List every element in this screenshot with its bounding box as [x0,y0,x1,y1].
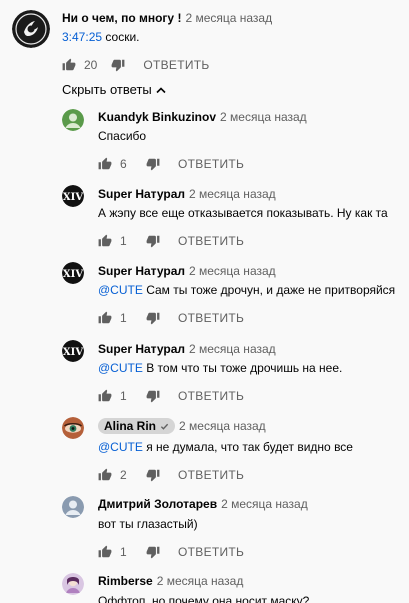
thumbs-up-icon[interactable] [98,157,112,171]
thumbs-up-icon[interactable] [98,234,112,248]
comment-time[interactable]: 2 месяца назад [221,497,308,511]
reply-text: Спасибо [98,129,147,143]
hide-replies-label: Скрыть ответы [62,82,152,97]
reply-actions: 1 ОТВЕТИТЬ [98,388,244,404]
thumbs-down-icon[interactable] [146,468,160,482]
comment-time[interactable]: 2 месяца назад [185,11,272,25]
mention-link[interactable]: @CUTE [98,440,143,454]
chevron-up-icon [156,86,166,93]
avatar[interactable] [62,262,84,284]
reply-text: @CUTE Сам ты тоже дрочун, и даже не прит… [98,282,395,298]
comment-thread: Ни о чем, по многу ! 2 месяца назад 3:47:… [0,0,409,603]
thumbs-down-icon[interactable] [146,311,160,325]
comment-header: Ни о чем, по многу ! 2 месяца назад [62,11,272,25]
reply-header: Alina Rin 2 месяца назад [98,418,266,434]
reply-text: А жэпу все еще отказывается показывать. … [98,206,388,220]
author-name: Alina Rin [104,419,157,433]
thumbs-up-icon[interactable] [98,468,112,482]
avatar[interactable] [62,496,84,518]
reply-button[interactable]: ОТВЕТИТЬ [178,545,244,559]
avatar[interactable] [62,340,84,362]
thumbs-down-icon[interactable] [146,389,160,403]
like-count: 6 [120,157,127,171]
thumbs-up-icon[interactable] [98,545,112,559]
mention-link[interactable]: @CUTE [98,361,143,375]
comment-body: соски. [105,30,140,44]
reply-button[interactable]: ОТВЕТИТЬ [178,389,244,403]
reply-header: Дмитрий Золотарев 2 месяца назад [98,497,308,511]
comment-time[interactable]: 2 месяца назад [220,110,307,124]
reply-text: Оффтоп, но почему она носит маску? [98,594,310,603]
like-count: 1 [120,234,127,248]
reply-button[interactable]: ОТВЕТИТЬ [178,157,244,171]
like-count: 2 [120,468,127,482]
reply-body: Сам ты тоже дрочун, и даже не притворяйс… [142,283,396,297]
avatar[interactable] [62,109,84,131]
reply-actions: 1 ОТВЕТИТЬ [98,544,244,560]
reply-text: @CUTE В том что ты тоже дрочишь на нее. [98,360,342,376]
comment-time[interactable]: 2 месяца назад [189,187,276,201]
author-name[interactable]: Kuandyk Binkuzinov [98,110,216,124]
thumbs-up-icon[interactable] [62,58,76,72]
reply-actions: 1 ОТВЕТИТЬ [98,310,244,326]
reply-actions: 6 ОТВЕТИТЬ [98,156,244,172]
thumbs-down-icon[interactable] [146,157,160,171]
reply-body: я не думала, что так будет видно все [142,440,353,454]
checkmark-icon [160,423,169,430]
avatar[interactable] [62,417,84,439]
comment-time[interactable]: 2 месяца назад [189,342,276,356]
like-count: 1 [120,389,127,403]
avatar[interactable] [62,185,84,207]
author-name[interactable]: Super Натурал [98,264,185,278]
thumbs-up-icon[interactable] [98,389,112,403]
author-name[interactable]: Super Натурал [98,187,185,201]
avatar[interactable] [12,10,50,48]
reply-button[interactable]: ОТВЕТИТЬ [143,58,209,72]
timestamp-link[interactable]: 3:47:25 [62,30,102,44]
comment-time[interactable]: 2 месяца назад [189,264,276,278]
comment-text: 3:47:25 соски. [62,29,140,45]
thumbs-down-icon[interactable] [146,234,160,248]
reply-text: @CUTE я не думала, что так будет видно в… [98,439,353,455]
reply-actions: 2 ОТВЕТИТЬ [98,467,244,483]
thumbs-down-icon[interactable] [146,545,160,559]
comment-time[interactable]: 2 месяца назад [157,574,244,588]
author-name[interactable]: Дмитрий Золотарев [98,497,217,511]
reply-header: Super Натурал 2 месяца назад [98,187,276,201]
reply-actions: 1 ОТВЕТИТЬ [98,233,244,249]
thumbs-up-icon[interactable] [98,311,112,325]
like-count: 1 [120,545,127,559]
author-name[interactable]: Rimberse [98,574,153,588]
like-count: 1 [120,311,127,325]
thumbs-down-icon[interactable] [111,58,125,72]
reply-button[interactable]: ОТВЕТИТЬ [178,468,244,482]
reply-header: Super Натурал 2 месяца назад [98,342,276,356]
like-count: 20 [84,58,98,72]
reply-header: Rimberse 2 месяца назад [98,574,243,588]
hide-replies-button[interactable]: Скрыть ответы [62,82,166,97]
author-badge[interactable]: Alina Rin [98,418,176,434]
reply-button[interactable]: ОТВЕТИТЬ [178,311,244,325]
author-name[interactable]: Ни о чем, по многу ! [62,11,181,25]
comment-time[interactable]: 2 месяца назад [179,419,266,433]
reply-button[interactable]: ОТВЕТИТЬ [178,234,244,248]
reply-body: В том что ты тоже дрочишь на нее. [142,361,343,375]
mention-link[interactable]: @CUTE [98,283,143,297]
reply-header: Kuandyk Binkuzinov 2 месяца назад [98,110,307,124]
avatar[interactable] [62,573,84,595]
reply-text: вот ты глазастый) [98,517,198,531]
comment-actions: 20 ОТВЕТИТЬ [62,57,210,73]
reply-header: Super Натурал 2 месяца назад [98,264,276,278]
author-name[interactable]: Super Натурал [98,342,185,356]
